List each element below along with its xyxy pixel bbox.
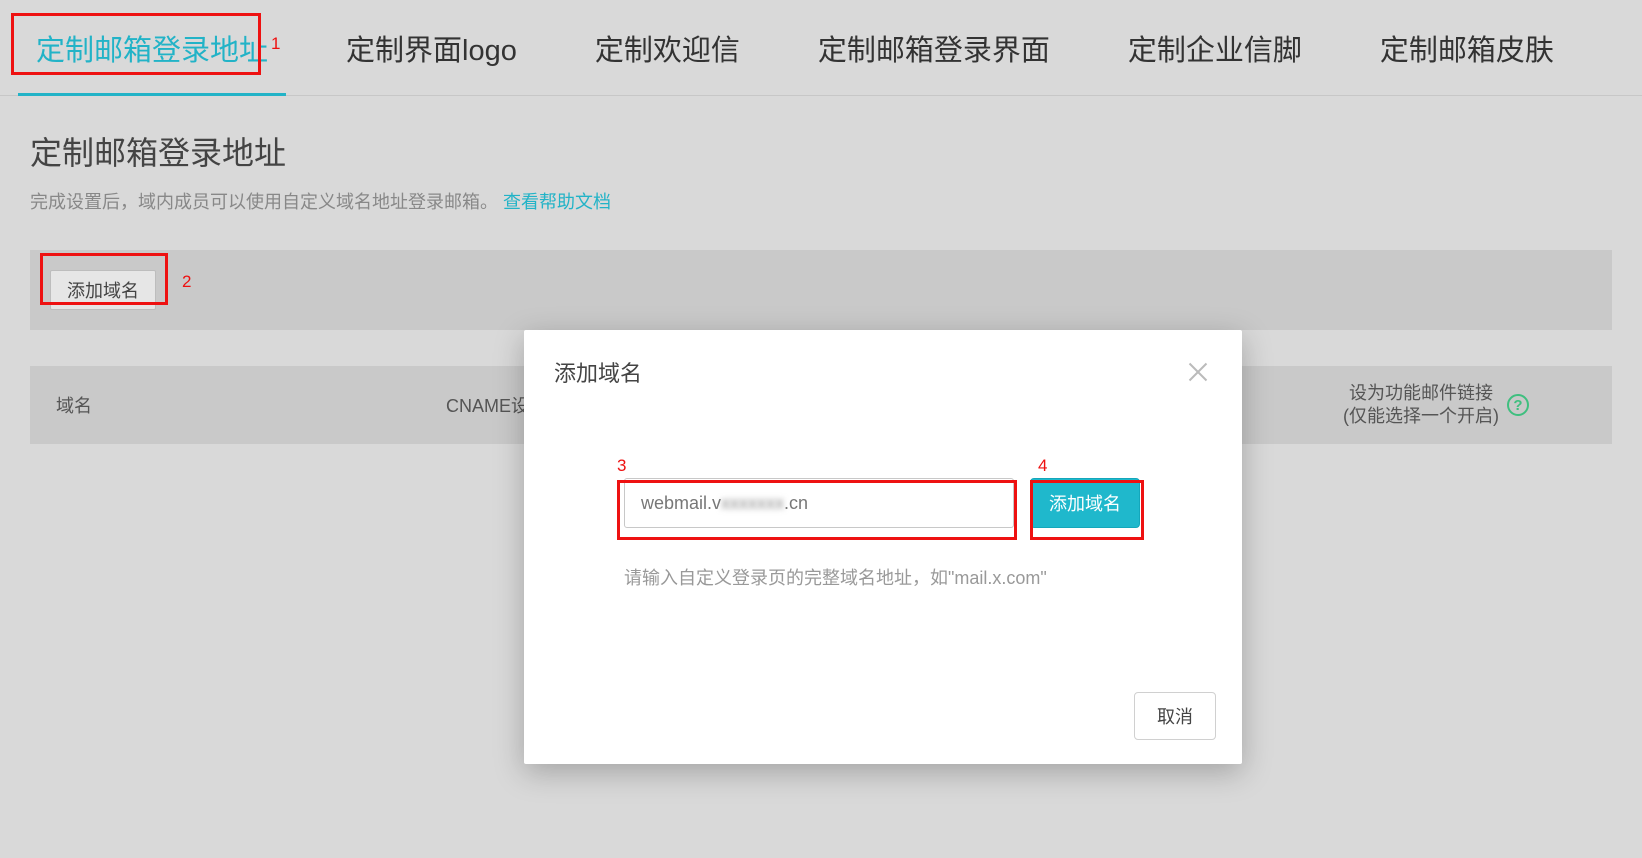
help-icon[interactable]: ? [1507,394,1529,416]
tab-custom-footer[interactable]: 定制企业信脚 [1110,0,1320,95]
tab-custom-login-page[interactable]: 定制邮箱登录界面 [800,0,1068,95]
tab-custom-logo[interactable]: 定制界面logo [328,0,535,95]
modal-add-domain-button[interactable]: 添加域名 [1030,478,1140,528]
add-domain-modal: 添加域名 webmail.v xxxxxxx .cn 添加域名 请输入自定义登录… [524,330,1242,764]
domain-input-suffix: .cn [784,493,808,514]
toolbar: 添加域名 [30,250,1612,330]
domain-input-prefix: webmail.v [641,493,721,514]
domain-input-hidden: xxxxxxx [721,493,784,514]
help-doc-link[interactable]: 查看帮助文档 [503,192,611,212]
section-desc: 完成设置后，域内成员可以使用自定义域名地址登录邮箱。 查看帮助文档 [30,188,1612,214]
modal-header: 添加域名 [524,330,1242,388]
col-func-line2: (仅能选择一个开启) [1343,405,1499,428]
tab-custom-welcome[interactable]: 定制欢迎信 [577,0,758,95]
col-domain: 域名 [56,392,446,418]
modal-title: 添加域名 [554,356,642,388]
domain-input[interactable]: webmail.v xxxxxxx .cn [624,478,1014,528]
col-func-line1: 设为功能邮件链接 [1349,382,1493,405]
tab-custom-skin[interactable]: 定制邮箱皮肤 [1362,0,1572,95]
modal-footer: 取消 [524,692,1242,764]
modal-hint: 请输入自定义登录页的完整域名地址，如"mail.x.com" [624,564,1142,590]
modal-cancel-button[interactable]: 取消 [1134,692,1216,740]
section-title: 定制邮箱登录地址 [30,128,1612,174]
modal-body: webmail.v xxxxxxx .cn 添加域名 请输入自定义登录页的完整域… [524,388,1242,590]
col-func: 设为功能邮件链接 (仅能选择一个开启) ? [1286,382,1586,429]
tab-custom-login-url[interactable]: 定制邮箱登录地址 [18,0,286,95]
add-domain-button[interactable]: 添加域名 [50,270,156,310]
section-desc-text: 完成设置后，域内成员可以使用自定义域名地址登录邮箱。 [30,192,498,212]
close-icon[interactable] [1184,358,1212,386]
tabs-bar: 定制邮箱登录地址 定制界面logo 定制欢迎信 定制邮箱登录界面 定制企业信脚 … [0,0,1642,96]
